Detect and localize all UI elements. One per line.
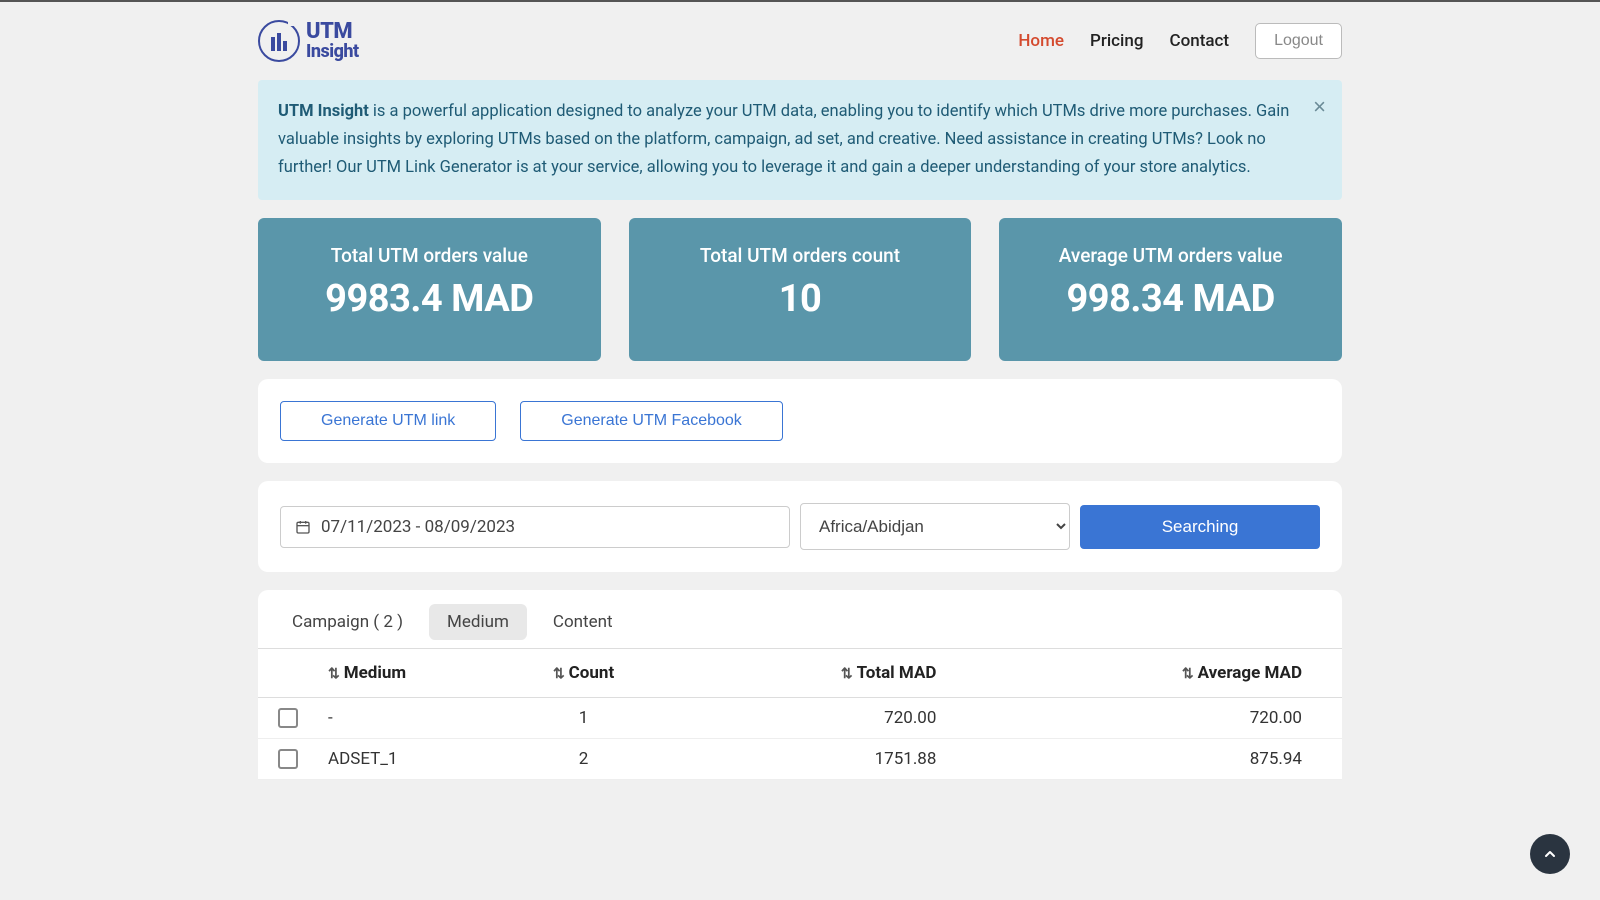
results-tabs: Campaign ( 2 ) Medium Content [258, 590, 1342, 640]
stat-total-count: Total UTM orders count 10 [629, 218, 972, 361]
cell-average: 720.00 [1016, 698, 1342, 739]
tab-content[interactable]: Content [535, 604, 631, 640]
stat-value: 10 [639, 277, 962, 321]
results-table: ⇅Medium ⇅Count ⇅Total MAD ⇅Average MAD -… [258, 648, 1342, 780]
results-panel: Campaign ( 2 ) Medium Content ⇅Medium ⇅C… [258, 590, 1342, 780]
stat-label: Total UTM orders count [639, 244, 962, 267]
cell-count: 1 [506, 698, 662, 739]
col-average[interactable]: ⇅Average MAD [1016, 649, 1342, 698]
cell-medium: - [318, 698, 506, 739]
nav-pricing[interactable]: Pricing [1090, 31, 1144, 51]
logo-icon [258, 20, 300, 62]
scroll-to-top-button[interactable] [1530, 834, 1570, 874]
col-total[interactable]: ⇅Total MAD [661, 649, 1016, 698]
sort-icon: ⇅ [841, 666, 853, 682]
cell-total: 1751.88 [661, 739, 1016, 780]
banner-text: is a powerful application designed to an… [278, 102, 1289, 177]
stat-label: Total UTM orders value [268, 244, 591, 267]
col-medium[interactable]: ⇅Medium [318, 649, 506, 698]
stat-total-value: Total UTM orders value 9983.4 MAD [258, 218, 601, 361]
timezone-select[interactable]: Africa/Abidjan [800, 503, 1070, 550]
row-checkbox[interactable] [278, 708, 298, 728]
cell-total: 720.00 [661, 698, 1016, 739]
tab-medium[interactable]: Medium [429, 604, 527, 640]
generate-panel: Generate UTM link Generate UTM Facebook [258, 379, 1342, 463]
sort-icon: ⇅ [328, 666, 340, 682]
filter-panel: 07/11/2023 - 08/09/2023 Africa/Abidjan S… [258, 481, 1342, 572]
main-nav: Home Pricing Contact Logout [1018, 23, 1342, 59]
table-row: - 1 720.00 720.00 [258, 698, 1342, 739]
stat-average-value: Average UTM orders value 998.34 MAD [999, 218, 1342, 361]
sort-icon: ⇅ [1182, 666, 1194, 682]
sort-icon: ⇅ [553, 666, 565, 682]
tab-campaign[interactable]: Campaign ( 2 ) [274, 604, 421, 640]
date-range-value: 07/11/2023 - 08/09/2023 [321, 517, 515, 537]
cell-count: 2 [506, 739, 662, 780]
stats-row: Total UTM orders value 9983.4 MAD Total … [258, 218, 1342, 361]
nav-home[interactable]: Home [1018, 31, 1064, 51]
generate-utm-link-button[interactable]: Generate UTM link [280, 401, 496, 441]
row-checkbox[interactable] [278, 749, 298, 769]
col-count[interactable]: ⇅Count [506, 649, 662, 698]
search-button[interactable]: Searching [1080, 505, 1320, 549]
brand-logo[interactable]: UTM Insight [258, 20, 359, 62]
chevron-up-icon [1542, 846, 1558, 862]
table-row: ADSET_1 2 1751.88 875.94 [258, 739, 1342, 780]
header: UTM Insight Home Pricing Contact Logout [258, 2, 1342, 80]
banner-title: UTM Insight [278, 102, 369, 121]
date-range-input[interactable]: 07/11/2023 - 08/09/2023 [280, 506, 790, 548]
close-icon[interactable]: × [1313, 96, 1326, 118]
logout-button[interactable]: Logout [1255, 23, 1342, 59]
generate-utm-facebook-button[interactable]: Generate UTM Facebook [520, 401, 783, 441]
info-banner: UTM Insight is a powerful application de… [258, 80, 1342, 200]
cell-medium: ADSET_1 [318, 739, 506, 780]
cell-average: 875.94 [1016, 739, 1342, 780]
nav-contact[interactable]: Contact [1169, 31, 1229, 51]
stat-value: 9983.4 MAD [268, 277, 591, 321]
brand-text: UTM Insight [306, 21, 359, 61]
stat-label: Average UTM orders value [1009, 244, 1332, 267]
calendar-icon [295, 519, 311, 535]
stat-value: 998.34 MAD [1009, 277, 1332, 321]
